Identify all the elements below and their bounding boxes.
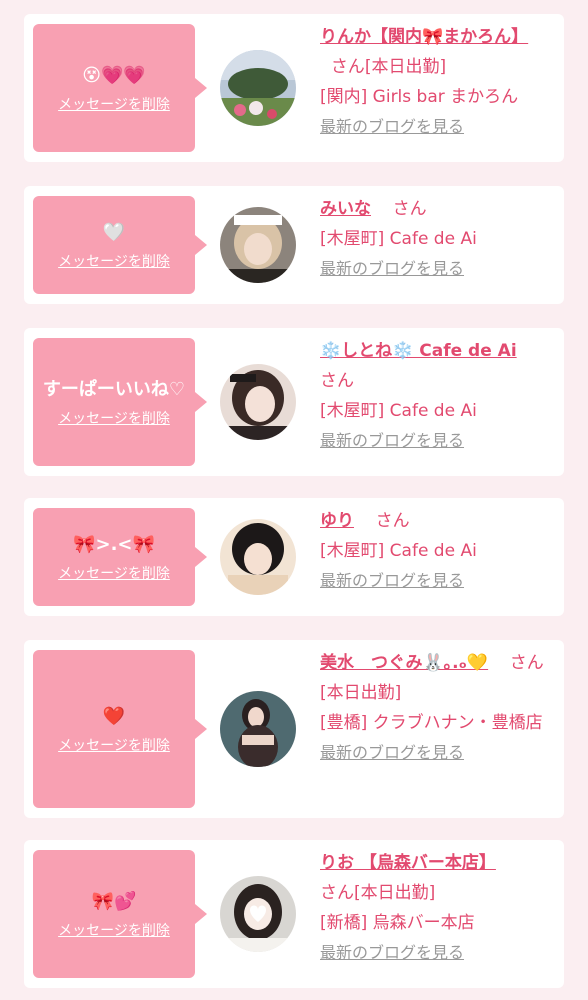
cast-name-link[interactable]: 美水 つぐみ🐰｡.ₒ💛 <box>320 653 488 673</box>
cast-name-link[interactable]: ❄️しとね❄️ Cafe de Ai <box>320 341 517 361</box>
delete-message-link[interactable]: メッセージを削除 <box>58 410 170 428</box>
message-text: 🤍 <box>102 222 126 243</box>
message-text: 😵💗💗 <box>82 65 146 86</box>
cast-name-link[interactable]: りんか【関内🎀まかろん】 <box>320 27 528 47</box>
message-bubble: 🤍 メッセージを削除 <box>33 196 207 294</box>
message-card: すーぱーいいね♡ メッセージを削除 ❄️しとね❄️ Cafe de Ai さん … <box>24 328 564 476</box>
message-card: 🤍 メッセージを削除 みいな さん [木屋町] Cafe de Ai 最新のブロ… <box>24 186 564 304</box>
avatar[interactable] <box>220 691 296 767</box>
message-bubble: 🎀>.<🎀 メッセージを削除 <box>33 508 207 606</box>
attendance-status: [本日出勤] <box>320 683 402 703</box>
avatar[interactable] <box>220 207 296 283</box>
cast-info: 美水 つぐみ🐰｡.ₒ💛 さん [本日出勤] [豊橋] クラブハナン・豊橋店 最新の… <box>320 648 556 768</box>
favorites-message-list: 😵💗💗 メッセージを削除 りんか【関内🎀まかろん】 さん[本日出勤] [関内] … <box>0 0 588 1000</box>
delete-message-link[interactable]: メッセージを削除 <box>58 565 170 583</box>
message-card: ❤️ メッセージを削除 美水 つぐみ🐰｡.ₒ💛 さん [本日出勤] [豊橋] クラ… <box>24 640 564 818</box>
cast-info: みいな さん [木屋町] Cafe de Ai 最新のブログを見る <box>320 194 556 284</box>
message-bubble: 😵💗💗 メッセージを削除 <box>33 24 207 152</box>
message-text: 🎀>.<🎀 <box>73 534 155 555</box>
latest-blog-link[interactable]: 最新のブログを見る <box>320 571 464 590</box>
message-bubble: ❤️ メッセージを削除 <box>33 650 207 808</box>
cast-info: ゆり さん [木屋町] Cafe de Ai 最新のブログを見る <box>320 506 556 596</box>
attendance-status: [本日出勤] <box>354 883 436 903</box>
honorific: さん <box>320 883 354 903</box>
message-bubble: 🎀💕 メッセージを削除 <box>33 850 207 978</box>
avatar[interactable] <box>220 519 296 595</box>
cast-name-link[interactable]: りお 【烏森バー本店】 <box>320 853 496 873</box>
message-card: 😵💗💗 メッセージを削除 りんか【関内🎀まかろん】 さん[本日出勤] [関内] … <box>24 14 564 162</box>
honorific: さん <box>375 511 410 531</box>
latest-blog-link[interactable]: 最新のブログを見る <box>320 259 464 278</box>
message-bubble: すーぱーいいね♡ メッセージを削除 <box>33 338 207 466</box>
message-text: すーぱーいいね♡ <box>42 379 186 400</box>
cast-name-link[interactable]: ゆり <box>320 511 354 531</box>
latest-blog-link[interactable]: 最新のブログを見る <box>320 743 464 762</box>
delete-message-link[interactable]: メッセージを削除 <box>58 922 170 940</box>
honorific: さん <box>320 371 354 391</box>
honorific: さん <box>392 199 427 219</box>
avatar[interactable] <box>220 50 296 126</box>
shop-name: [木屋町] Cafe de Ai <box>320 401 477 421</box>
delete-message-link[interactable]: メッセージを削除 <box>58 737 170 755</box>
shop-name: [新橋] 烏森バー本店 <box>320 913 475 933</box>
shop-name: [木屋町] Cafe de Ai <box>320 541 477 561</box>
honorific: さん <box>509 653 544 673</box>
cast-info: ❄️しとね❄️ Cafe de Ai さん [木屋町] Cafe de Ai 最… <box>320 336 556 456</box>
attendance-status: [本日出勤] <box>364 57 447 77</box>
honorific: さん <box>330 57 365 77</box>
shop-name: [関内] Girls bar まかろん <box>320 87 519 107</box>
shop-name: [木屋町] Cafe de Ai <box>320 229 477 249</box>
cast-name-link[interactable]: みいな <box>320 199 371 219</box>
message-text: ❤️ <box>102 706 126 727</box>
message-card: 🎀>.<🎀 メッセージを削除 ゆり さん [木屋町] Cafe de Ai 最新… <box>24 498 564 616</box>
delete-message-link[interactable]: メッセージを削除 <box>58 96 170 114</box>
latest-blog-link[interactable]: 最新のブログを見る <box>320 943 464 962</box>
latest-blog-link[interactable]: 最新のブログを見る <box>320 431 464 450</box>
cast-info: りお 【烏森バー本店】 さん[本日出勤] [新橋] 烏森バー本店 最新のブログを… <box>320 848 556 968</box>
message-text: 🎀💕 <box>91 891 137 912</box>
delete-message-link[interactable]: メッセージを削除 <box>58 253 170 271</box>
avatar[interactable] <box>220 364 296 440</box>
cast-info: りんか【関内🎀まかろん】 さん[本日出勤] [関内] Girls bar まかろ… <box>320 22 556 142</box>
avatar[interactable] <box>220 876 296 952</box>
shop-name: [豊橋] クラブハナン・豊橋店 <box>320 713 543 733</box>
latest-blog-link[interactable]: 最新のブログを見る <box>320 117 464 136</box>
message-card: 🎀💕 メッセージを削除 りお 【烏森バー本店】 さん[本日出勤] [新橋] 烏森… <box>24 840 564 988</box>
